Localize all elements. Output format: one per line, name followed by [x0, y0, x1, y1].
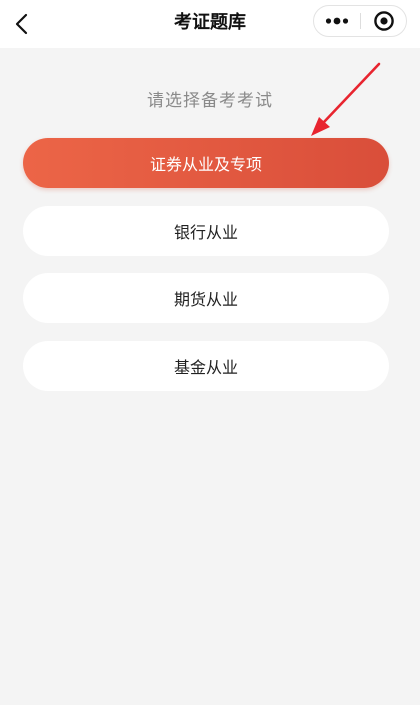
nav-bar: 考证题库 — [0, 0, 420, 48]
option-label: 证券从业及专项 — [149, 155, 262, 174]
back-button[interactable] — [4, 6, 40, 42]
option-securities[interactable]: 证券从业及专项 — [23, 138, 389, 188]
chevron-left-icon — [15, 13, 28, 35]
option-label: 期货从业 — [173, 290, 238, 309]
option-fund[interactable]: 基金从业 — [23, 341, 389, 391]
option-label: 基金从业 — [173, 358, 238, 377]
target-circle-icon — [374, 11, 394, 31]
option-banking[interactable]: 银行从业 — [23, 206, 389, 256]
exam-select-prompt: 请选择备考考试 — [147, 91, 273, 111]
more-button[interactable] — [314, 6, 360, 36]
close-button[interactable] — [361, 6, 407, 36]
mini-program-capsule — [313, 5, 407, 37]
option-label: 银行从业 — [173, 223, 238, 242]
more-dots-icon — [325, 17, 349, 25]
option-futures[interactable]: 期货从业 — [23, 273, 389, 323]
